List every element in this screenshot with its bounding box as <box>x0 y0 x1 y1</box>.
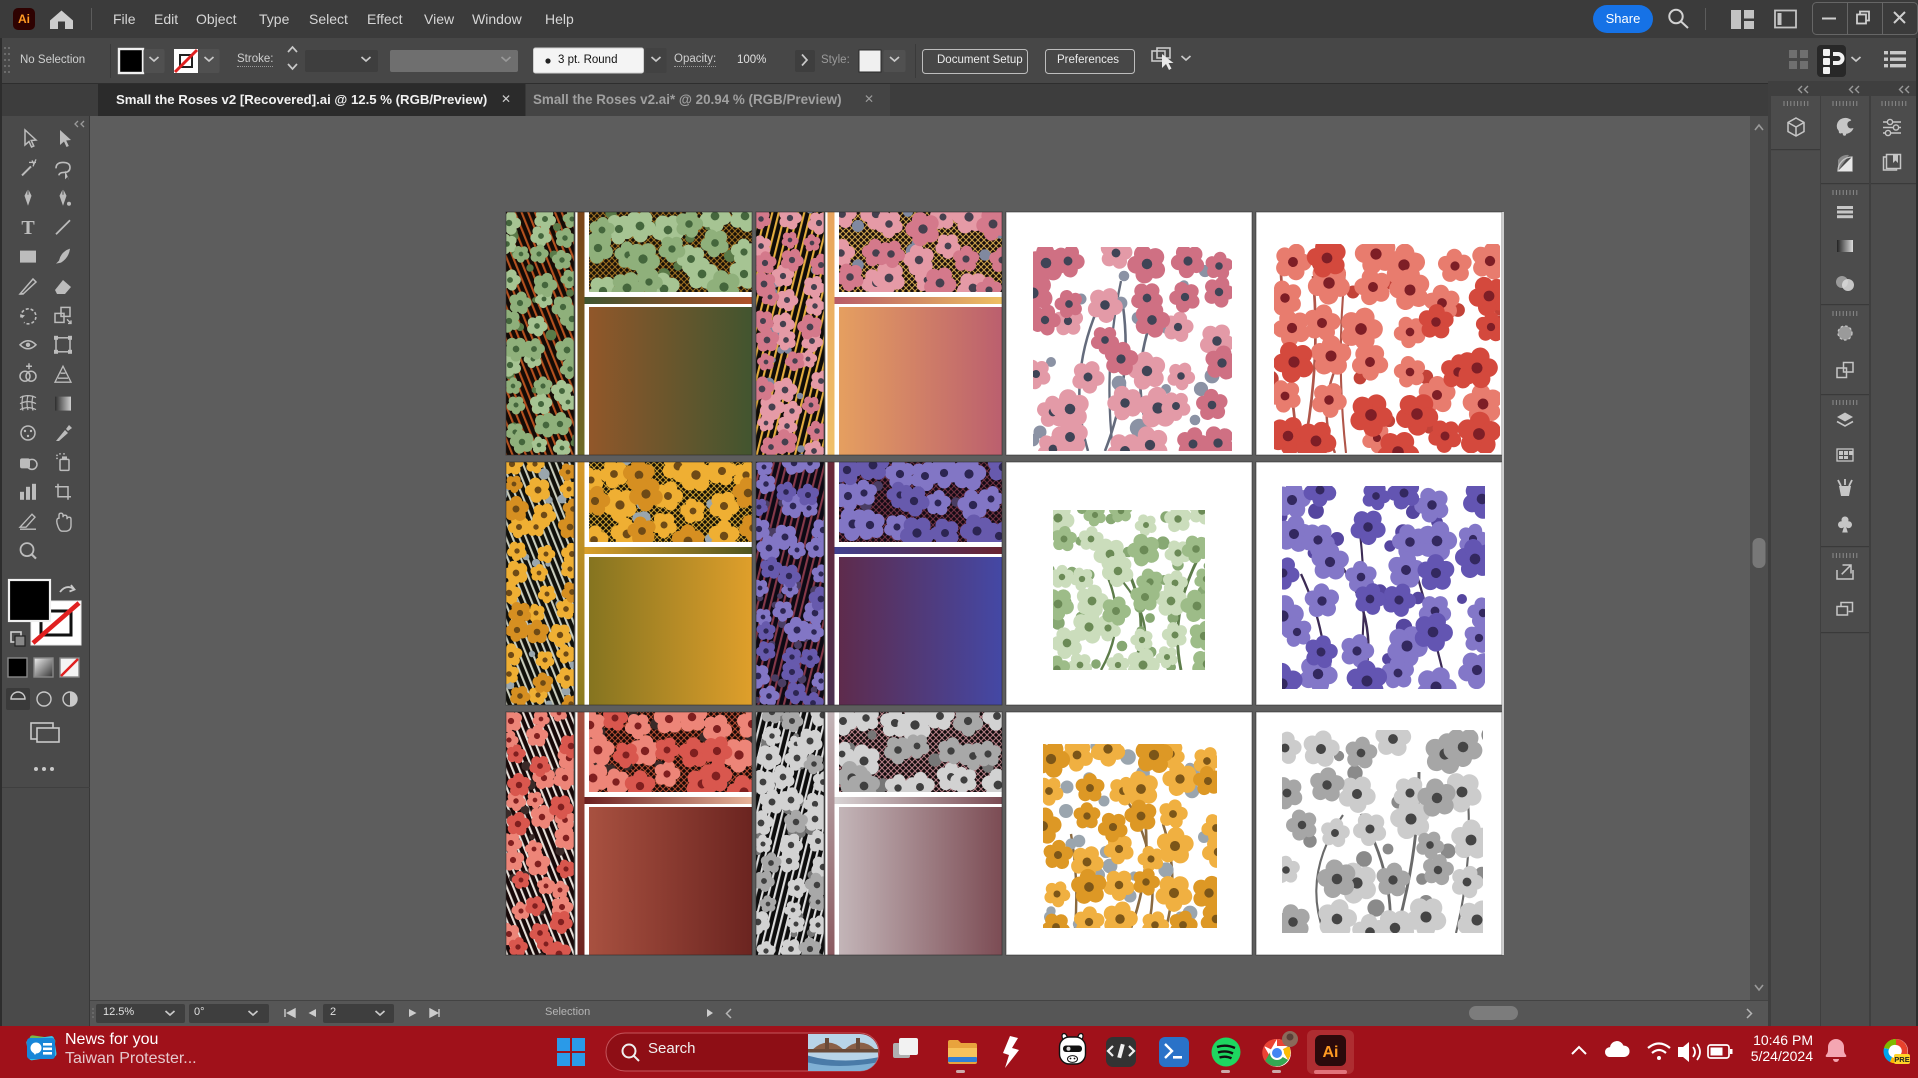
svg-text:PRE: PRE <box>1894 1055 1909 1064</box>
svg-text:T: T <box>21 217 35 239</box>
svg-text:Ai: Ai <box>1323 1044 1339 1061</box>
